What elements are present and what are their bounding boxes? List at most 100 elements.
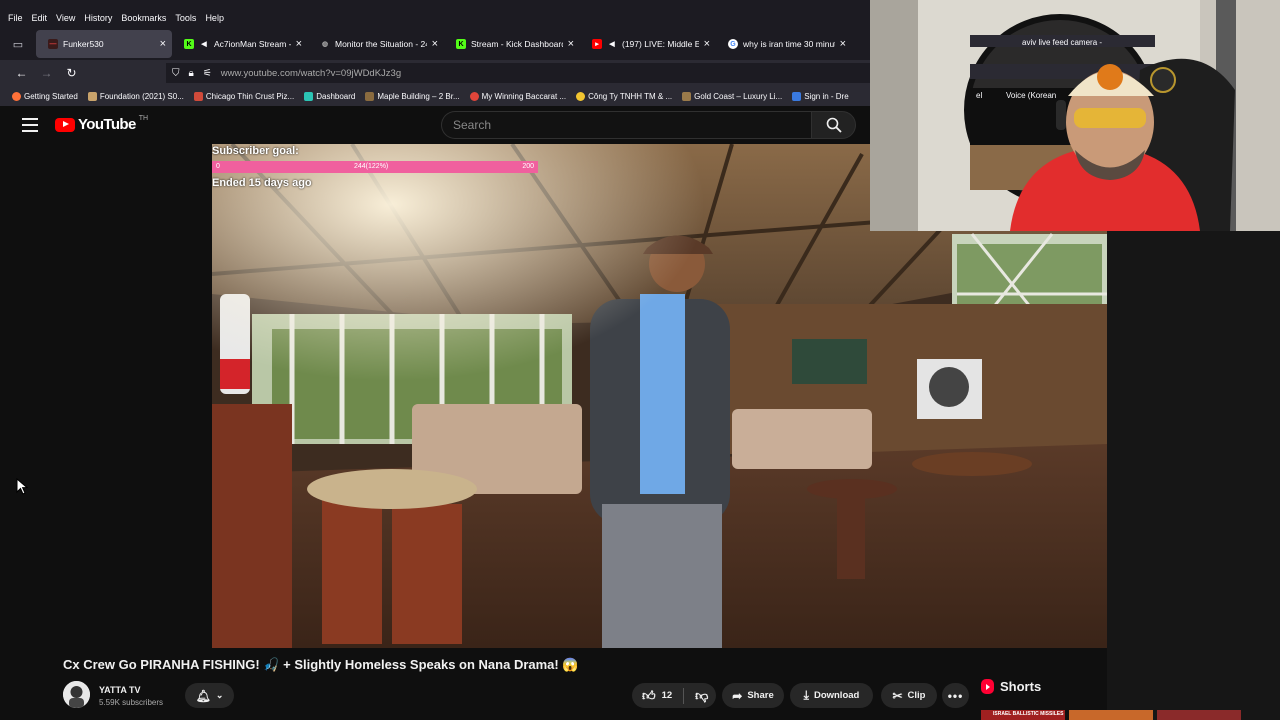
tab-live-middle-east[interactable]: ▸ ◀ (197) LIVE: Middle East × — [580, 30, 716, 58]
divider — [683, 687, 685, 704]
download-label: Download — [813, 690, 860, 701]
speaker-icon: ◀ — [201, 41, 207, 48]
secondary-column — [1107, 231, 1280, 720]
shorts-thumbnail[interactable] — [1069, 710, 1153, 720]
close-icon[interactable]: × — [568, 38, 574, 50]
kick-icon: K — [456, 39, 466, 49]
tab-title: (197) LIVE: Middle East — [622, 39, 699, 49]
dislike-button[interactable]: 👎︎ — [695, 688, 708, 704]
thumbs-up-icon: 👍︎ — [642, 687, 656, 703]
webcam-feed — [870, 0, 1280, 231]
reload-icon[interactable]: ↻ — [59, 61, 84, 85]
search-button[interactable] — [811, 111, 856, 139]
more-actions-button[interactable]: ••• — [942, 683, 969, 708]
tab-funker530[interactable]: — Funker530 × — [36, 30, 172, 58]
youtube-header: YouTube TH Search — [0, 106, 870, 144]
like-dislike-group: 👍︎ 12 👎︎ — [632, 683, 716, 708]
tab-kick-dashboard[interactable]: K Stream - Kick Dashboard × — [444, 30, 580, 58]
menu-file[interactable]: File — [8, 13, 23, 23]
webcam-overlay: aviv live feed camera - el Voice (Korean — [870, 0, 1280, 231]
tab-google-search[interactable]: G why is iran time 30 minute × — [716, 30, 852, 58]
bookmark-icon — [576, 91, 586, 101]
notifications-button[interactable]: 🔔︎ ⌄ — [185, 683, 234, 708]
clip-label: Clip — [907, 690, 926, 701]
globe-icon: ◍ — [321, 41, 329, 48]
bookmark-item[interactable]: Maple Building – 2 Br... — [365, 91, 460, 101]
tab-title: Ac7ionMan Stream - Vi — [214, 39, 291, 49]
like-button[interactable]: 👍︎ 12 — [642, 688, 672, 704]
tab-monitor-situation[interactable]: ◍ Monitor the Situation - 24/ × — [308, 30, 444, 58]
clip-button[interactable]: ✂ Clip — [881, 683, 937, 708]
tab-ac7ionman[interactable]: K ◀ Ac7ionMan Stream - Vi × — [172, 30, 308, 58]
bookmark-item[interactable]: Foundation (2021) S0... — [87, 91, 184, 101]
youtube-icon: ▸ — [592, 39, 602, 49]
close-icon[interactable]: × — [160, 38, 166, 50]
close-icon[interactable]: × — [704, 38, 710, 50]
more-icon: ••• — [947, 688, 964, 703]
channel-avatar-image — [63, 681, 90, 708]
shorts-section-header[interactable]: Shorts — [981, 679, 1041, 694]
search-input[interactable]: Search — [441, 111, 811, 139]
firefox-icon — [12, 91, 21, 101]
avatar[interactable] — [63, 681, 90, 708]
menu-bookmarks[interactable]: Bookmarks — [121, 13, 166, 23]
youtube-logo[interactable]: YouTube TH — [55, 115, 148, 133]
subscriber-goal-bar: 0 244(122%) 200 — [212, 161, 538, 173]
bookmark-icon — [87, 91, 97, 101]
close-icon[interactable]: × — [840, 38, 846, 50]
scissors-icon: ✂ — [892, 688, 903, 703]
search-placeholder: Search — [453, 118, 492, 132]
shorts-label: Shorts — [1000, 679, 1042, 694]
shorts-thumbnails: ISRAEL BALLISTIC MISSILES — [981, 710, 1241, 720]
tab-list-icon[interactable]: ▭ — [0, 28, 36, 60]
bookmarks-toolbar: Getting Started Foundation (2021) S0... … — [0, 86, 870, 106]
bell-icon: 🔔︎ — [195, 688, 211, 703]
thumbs-down-icon: 👎︎ — [695, 687, 709, 703]
menu-help[interactable]: Help — [205, 13, 224, 23]
webcam-bookmark-text: Voice (Korean — [1006, 91, 1057, 100]
subscriber-goal-label: Subscriber goal: — [212, 145, 299, 157]
stream-ended-label: Ended 15 days ago — [212, 177, 312, 189]
tab-title: Funker530 — [63, 39, 104, 49]
menu-tools[interactable]: Tools — [175, 13, 196, 23]
tab-title: Stream - Kick Dashboard — [471, 39, 563, 49]
share-icon: ➦ — [732, 688, 743, 703]
funker-icon: — — [48, 39, 58, 49]
url-text: www.youtube.com/watch?v=09jWDdKJz3g — [220, 67, 402, 79]
bookmark-item[interactable]: Getting Started — [12, 91, 78, 101]
webcam-tab-text: aviv live feed camera - — [1022, 38, 1103, 47]
channel-name[interactable]: YATTA TV — [99, 685, 141, 695]
speaker-icon: ◀ — [609, 41, 615, 48]
google-icon: G — [728, 39, 738, 49]
bookmark-item[interactable]: Dashboard — [304, 91, 355, 101]
back-icon[interactable]: ← — [9, 61, 34, 85]
bookmark-item[interactable]: Chicago Thin Crust Piz... — [193, 91, 294, 101]
shield-icon[interactable]: ⛉ — [172, 68, 180, 79]
youtube-wordmark: YouTube — [78, 116, 136, 133]
address-bar[interactable]: ⛉ 🔒︎ ⚟ www.youtube.com/watch?v=09jWDdKJz… — [166, 63, 870, 83]
download-button[interactable]: ⤓ Download — [790, 683, 873, 708]
bookmark-icon — [365, 91, 375, 101]
bookmark-item[interactable]: Công Ty TNHH TM & ... — [576, 91, 672, 101]
bookmark-item[interactable]: Gold Coast – Luxury Li... — [682, 91, 782, 101]
share-button[interactable]: ➦ Share — [722, 683, 784, 708]
menu-view[interactable]: View — [56, 13, 75, 23]
permissions-icon[interactable]: ⚟ — [203, 68, 212, 79]
menu-icon[interactable] — [22, 118, 38, 132]
forward-icon[interactable]: → — [34, 61, 59, 85]
close-icon[interactable]: × — [432, 38, 438, 50]
subscriber-count: 5.59K subscribers — [99, 698, 164, 707]
close-icon[interactable]: × — [296, 38, 302, 50]
lock-icon[interactable]: 🔒︎ — [189, 68, 194, 79]
bookmark-icon — [469, 91, 479, 101]
shorts-thumbnail[interactable]: ISRAEL BALLISTIC MISSILES — [981, 710, 1065, 720]
mouse-cursor-icon — [16, 478, 28, 495]
bookmark-item[interactable]: My Winning Baccarat ... — [469, 91, 566, 101]
menu-edit[interactable]: Edit — [32, 13, 48, 23]
menu-history[interactable]: History — [84, 13, 112, 23]
bookmark-item[interactable]: Sign in - Dre — [792, 91, 849, 101]
webcam-bookmark-fragment: el — [976, 91, 983, 100]
shorts-thumbnail[interactable] — [1157, 710, 1241, 720]
youtube-play-icon — [55, 117, 75, 132]
chevron-down-icon: ⌄ — [215, 690, 224, 700]
